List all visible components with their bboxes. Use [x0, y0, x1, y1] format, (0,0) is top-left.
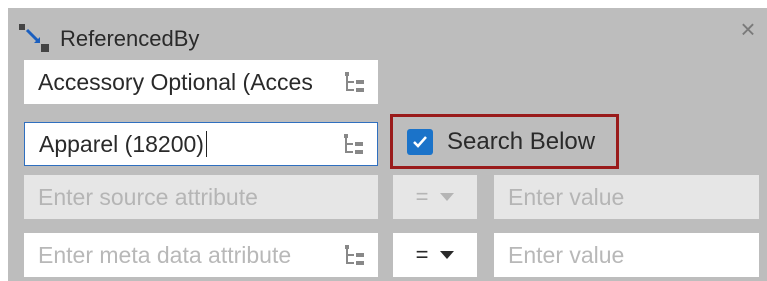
target-field[interactable]: Apparel (18200)	[24, 122, 378, 166]
target-value: Apparel (18200)	[39, 130, 204, 157]
search-below-option[interactable]: Search Below	[390, 114, 619, 169]
operator-select-1[interactable]: =	[393, 175, 477, 219]
referenced-by-icon	[18, 21, 50, 58]
tree-picker-icon[interactable]	[344, 71, 366, 93]
search-below-label: Search Below	[447, 127, 596, 155]
text-caret	[205, 131, 207, 157]
search-below-checkbox[interactable]	[407, 128, 433, 155]
chevron-down-icon	[440, 251, 455, 259]
chevron-down-icon	[440, 193, 455, 201]
tree-picker-icon[interactable]	[343, 133, 365, 155]
meta-attribute-input[interactable]: Enter meta data attribute	[24, 233, 378, 277]
operator-2-value: =	[415, 242, 429, 267]
source-attribute-placeholder: Enter source attribute	[38, 183, 258, 210]
tree-picker-icon[interactable]	[344, 244, 366, 266]
operator-select-2[interactable]: =	[393, 233, 477, 277]
panel-title: ReferencedBy	[60, 26, 200, 51]
panel-header: ReferencedBy	[18, 22, 199, 56]
close-icon[interactable]: ×	[735, 14, 761, 44]
value-placeholder-1: Enter value	[508, 183, 625, 210]
source-attribute-input[interactable]: Enter source attribute	[24, 175, 378, 219]
reference-type-field[interactable]: Accessory Optional (Acces	[24, 60, 378, 104]
value-input-1[interactable]: Enter value	[494, 175, 759, 219]
value-placeholder-2: Enter value	[508, 241, 625, 268]
meta-attribute-placeholder: Enter meta data attribute	[38, 241, 292, 268]
reference-type-value: Accessory Optional (Acces	[38, 68, 313, 95]
referenced-by-panel: ReferencedBy × Accessory Optional (Acces…	[8, 8, 767, 281]
value-input-2[interactable]: Enter value	[494, 233, 759, 277]
operator-1-value: =	[415, 184, 429, 209]
